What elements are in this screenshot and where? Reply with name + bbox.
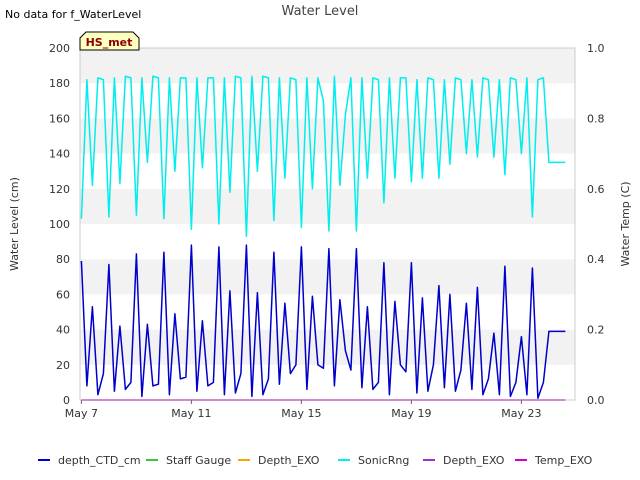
x-axis: May 7 May 11 May 15 May 19 May 23 (65, 400, 542, 420)
x-tick-label: May 7 (65, 407, 98, 420)
legend: depth_CTD_cm Staff Gauge Depth_EXO SonicRng… (38, 454, 593, 467)
legend-label: SonicRng (358, 454, 409, 467)
hs-met-badge: HS_met (79, 31, 140, 51)
grid-band (80, 118, 575, 154)
legend-label: Depth_EXO (443, 454, 505, 467)
y2-tick-label: 0.4 (587, 253, 605, 266)
legend-label: Staff Gauge (166, 454, 231, 467)
y-tick-label: 160 (49, 112, 70, 125)
x-tick-label: May 19 (391, 407, 431, 420)
y2-axis-label: Water Temp (C) (619, 181, 632, 266)
y2-tick-label: 0.0 (587, 394, 605, 407)
y2-tick-label: 1.0 (587, 42, 605, 55)
y-tick-label: 60 (56, 288, 70, 301)
y2-tick-label: 0.2 (587, 324, 605, 337)
y-tick-label: 200 (49, 42, 70, 55)
y-tick-label: 40 (56, 324, 70, 337)
y-tick-label: 0 (63, 394, 70, 407)
y-tick-label: 20 (56, 359, 70, 372)
no-data-note: No data for f_WaterLevel (5, 8, 141, 21)
y2-axis: 0.0 0.2 0.4 0.6 0.8 1.0 (587, 42, 605, 407)
y-axis: 0 20 40 60 80 100 120 140 160 180 200 (49, 42, 70, 407)
x-tick-label: May 15 (281, 407, 321, 420)
legend-label: Depth_EXO (258, 454, 320, 467)
grid-band (80, 224, 575, 260)
y-tick-label: 120 (49, 183, 70, 196)
chart-title: Water Level (282, 4, 359, 19)
y-tick-label: 80 (56, 253, 70, 266)
y2-tick-label: 0.8 (587, 112, 605, 125)
x-tick-label: May 23 (501, 407, 541, 420)
y-tick-label: 100 (49, 218, 70, 231)
x-tick-label: May 11 (171, 407, 211, 420)
grid-band (80, 48, 575, 84)
y-tick-label: 180 (49, 77, 70, 90)
y-tick-label: 140 (49, 148, 70, 161)
y-axis-label: Water Level (cm) (8, 177, 21, 271)
badge-label: HS_met (86, 36, 133, 49)
legend-label: depth_CTD_cm (58, 454, 141, 467)
grid-band (80, 294, 575, 330)
legend-label: Temp_EXO (534, 454, 593, 467)
y2-tick-label: 0.6 (587, 183, 605, 196)
water-level-chart: 0 20 40 60 80 100 120 140 160 180 200 0.0 0.2 0.4 0.6… (5, 4, 632, 467)
